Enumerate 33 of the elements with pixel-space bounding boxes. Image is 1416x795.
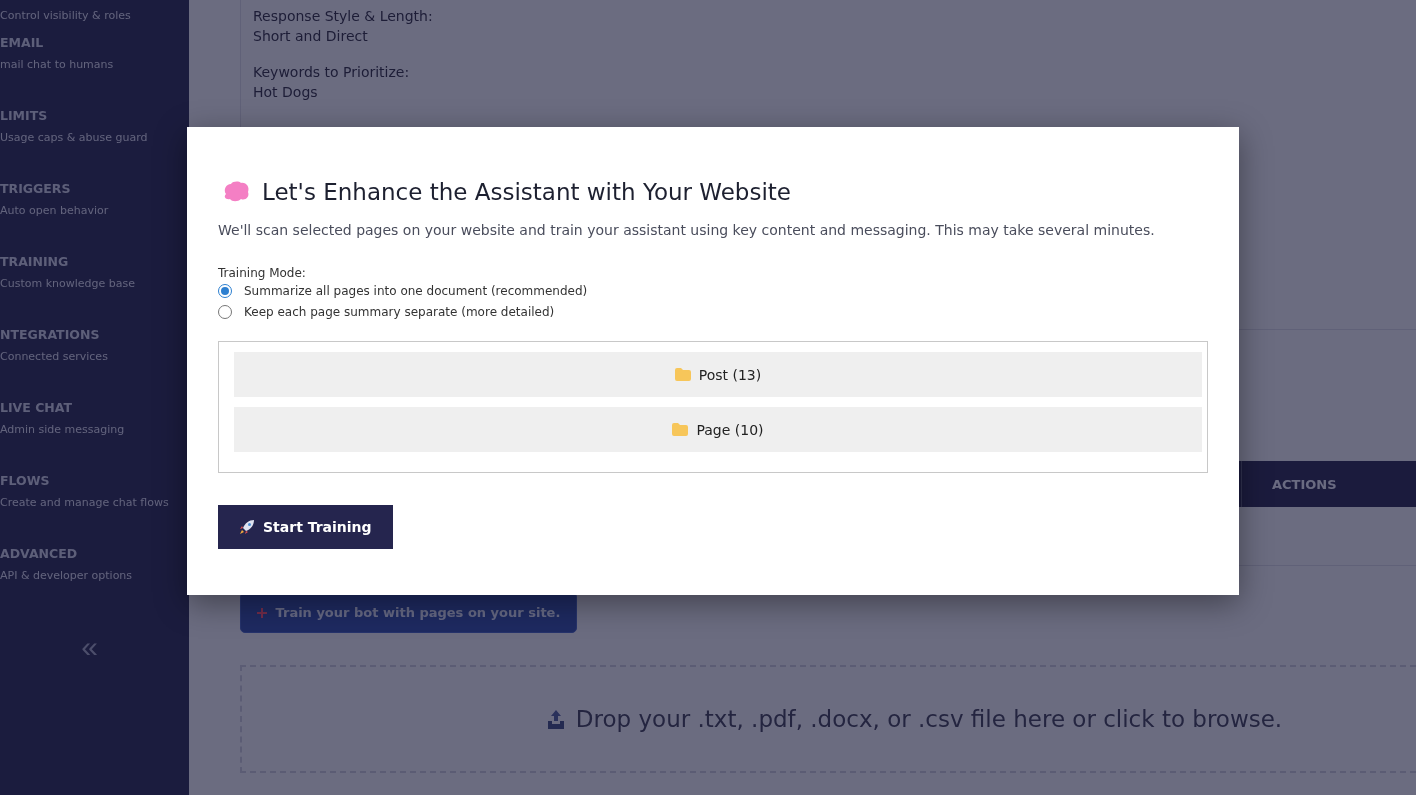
setting-label: Response Style & Length: <box>253 8 434 24</box>
collapse-button[interactable]: « <box>81 630 98 664</box>
folder-icon <box>674 368 691 381</box>
start-training-button[interactable]: Start Training <box>218 505 393 549</box>
sidebar-item-description: mail chat to humans <box>0 58 115 71</box>
sidebar-item-description: Admin side messaging <box>0 423 126 436</box>
upload-tray-icon <box>545 708 566 730</box>
sidebar-item-description: Usage caps & abuse guard <box>0 131 149 144</box>
setting-value: Hot Dogs <box>253 84 319 100</box>
folder-icon <box>672 423 689 436</box>
sidebar-item-description: Control visibility & roles <box>0 9 132 22</box>
train-bot-button[interactable]: Train your bot with pages on your site. <box>240 592 578 633</box>
training-mode-option[interactable]: Keep each page summary separate (more detailed) <box>218 301 1208 322</box>
modal-description: We'll scan selected pages on your website and train your assistant using key content and messaging. This may take several minutes. <box>218 222 1156 238</box>
sidebar-item[interactable]: EMAIL <box>0 35 189 50</box>
setting-label: Keywords to Prioritize: <box>253 64 411 80</box>
sidebar-item-description: Custom knowledge base <box>0 277 136 290</box>
sidebar-item[interactable]: LIMITS <box>0 108 189 123</box>
sidebar-item-description: Connected services <box>0 350 109 363</box>
sidebar-item-description: Create and manage chat flows <box>0 496 170 509</box>
training-mode-option[interactable]: Summarize all pages into one document (recommended) <box>218 280 1208 301</box>
dropzone-text: Drop your .txt, .pdf, .docx, or .csv file here or click to browse. <box>575 706 1283 732</box>
plus-icon <box>257 608 267 618</box>
folder-item[interactable]: Post (13) <box>234 352 1202 397</box>
sidebar-item-description: Auto open behavior <box>0 204 110 217</box>
modal-title: Let's Enhance the Assistant with Your Website <box>262 179 791 205</box>
training-mode-label: Training Mode: <box>218 266 307 280</box>
sidebar-item-description: API & developer options <box>0 569 134 582</box>
rocket-icon <box>239 519 255 535</box>
folder-item[interactable]: Page (10) <box>234 407 1202 452</box>
setting-value: Short and Direct <box>253 28 369 44</box>
file-dropzone[interactable]: Drop your .txt, .pdf, .docx, or .csv file here or click to browse. <box>240 665 1416 773</box>
column-header: ACTIONS <box>1241 461 1416 507</box>
